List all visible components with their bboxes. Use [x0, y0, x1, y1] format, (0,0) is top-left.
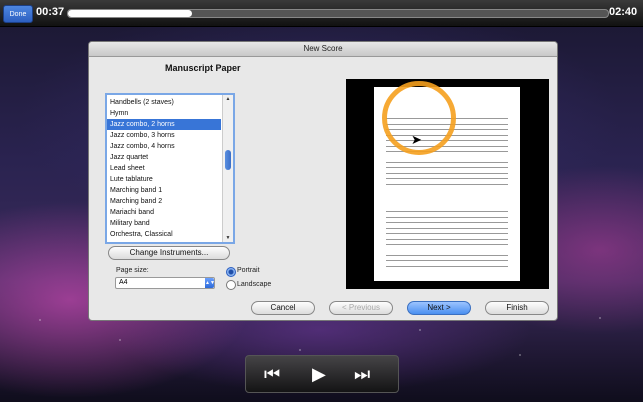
template-list-item[interactable]: Military band — [107, 218, 221, 229]
template-list-items: Handbells (2 staves) Hymn Jazz combo, 2 ho… — [107, 97, 221, 240]
play-icon[interactable]: ▶ — [312, 362, 326, 386]
time-elapsed: 00:37 — [36, 6, 65, 18]
portrait-radio[interactable] — [226, 267, 236, 277]
template-list-item[interactable]: Jazz combo, 4 horns — [107, 141, 221, 152]
media-controls: ⏮ ▶ ⏭ — [245, 355, 399, 393]
template-list-item[interactable]: Marching band 2 — [107, 196, 221, 207]
mouse-pointer-icon: ➤ — [411, 132, 422, 147]
dialog-heading: Manuscript Paper — [165, 63, 241, 73]
staff-line — [386, 211, 508, 218]
template-list-item[interactable]: Hymn — [107, 108, 221, 119]
scroll-down-icon[interactable]: ▼ — [224, 234, 232, 242]
portrait-label: Portrait — [237, 267, 260, 274]
page-size-value: A4 — [119, 279, 128, 286]
template-list[interactable]: Handbells (2 staves) Hymn Jazz combo, 2 ho… — [105, 93, 235, 244]
cancel-button[interactable]: Cancel — [251, 301, 315, 315]
player-top-bar: Done 00:37 02:40 — [0, 0, 643, 27]
template-list-item[interactable]: Handbells (2 staves) — [107, 97, 221, 108]
preview-page: ➤ — [374, 81, 520, 281]
page-size-select[interactable]: A4 ▲▼ — [115, 277, 215, 289]
list-scrollbar[interactable]: ▲ ▼ — [222, 95, 233, 242]
page-size-label: Page size: — [116, 267, 149, 274]
staff-line — [386, 178, 508, 185]
staff-line — [386, 233, 508, 240]
rewind-icon[interactable]: ⏮ — [264, 362, 280, 386]
template-list-item[interactable]: Marching band 1 — [107, 185, 221, 196]
staff-line — [386, 260, 508, 267]
progress-fill — [68, 10, 193, 17]
score-preview: ➤ — [346, 79, 549, 289]
previous-button[interactable]: < Previous — [329, 301, 393, 315]
dialog-title: New Score — [89, 42, 557, 57]
change-instruments-button[interactable]: Change Instruments... — [108, 246, 230, 260]
template-list-item[interactable]: Lead sheet — [107, 163, 221, 174]
landscape-label: Landscape — [237, 281, 272, 288]
template-list-item[interactable]: Lute tablature — [107, 174, 221, 185]
chevron-updown-icon: ▲▼ — [205, 278, 215, 288]
progress-slider[interactable] — [67, 9, 609, 18]
template-list-item[interactable]: Jazz combo, 3 horns — [107, 130, 221, 141]
staff-line — [386, 167, 508, 174]
template-list-item[interactable]: Jazz quartet — [107, 152, 221, 163]
staff-line — [386, 244, 508, 256]
time-remaining: 02:40 — [609, 6, 638, 18]
finish-button[interactable]: Finish — [485, 301, 549, 315]
scroll-up-icon[interactable]: ▲ — [224, 95, 232, 103]
staff-line — [386, 151, 508, 163]
template-list-item[interactable]: Orchestra, Classical — [107, 229, 221, 240]
template-list-item[interactable]: Mariachi band — [107, 207, 221, 218]
landscape-radio[interactable] — [226, 280, 236, 290]
new-score-dialog: New Score Manuscript Paper Handbells (2 … — [88, 41, 558, 321]
scroll-thumb[interactable] — [225, 150, 231, 170]
done-button[interactable]: Done — [3, 5, 33, 23]
next-button[interactable]: Next > — [407, 301, 471, 315]
staff-line — [386, 222, 508, 229]
fast-forward-icon[interactable]: ⏭ — [354, 362, 370, 386]
template-list-item[interactable]: Jazz combo, 2 horns — [107, 119, 221, 130]
